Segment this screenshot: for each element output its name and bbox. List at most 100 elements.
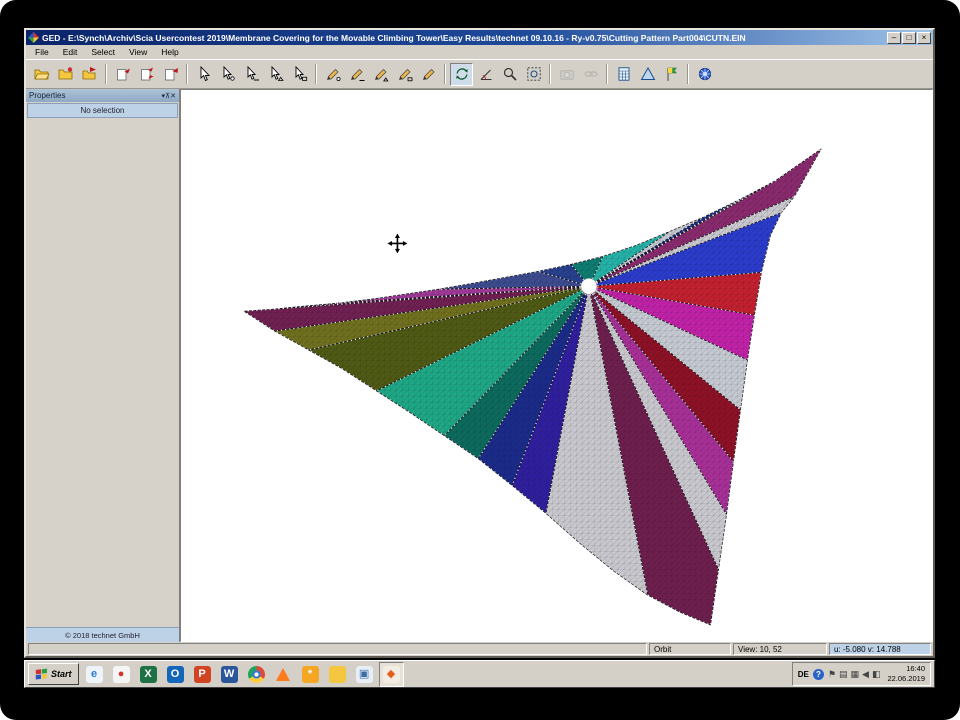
help-tray-icon[interactable]: ? bbox=[813, 669, 824, 680]
statusbar: Orbit View: 10, 52 u: -5.080 v: 14.788 bbox=[26, 642, 933, 656]
pen-triangle-tool-button[interactable] bbox=[369, 63, 392, 86]
tray-icons: ⚑▤▦◀◧ bbox=[828, 670, 881, 679]
cursor-rect-tool-button[interactable] bbox=[288, 63, 311, 86]
menu-file[interactable]: File bbox=[28, 46, 56, 58]
taskbar-app-powerpoint[interactable]: P bbox=[190, 662, 215, 687]
calc-tool-button[interactable] bbox=[612, 63, 635, 86]
powerpoint-icon: P bbox=[194, 666, 211, 683]
doc-export-icon bbox=[115, 66, 131, 82]
folder-open-icon bbox=[34, 66, 50, 82]
language-indicator[interactable]: DE bbox=[798, 670, 809, 679]
taskbar-app-word[interactable]: W bbox=[217, 662, 242, 687]
vlc-icon bbox=[276, 668, 290, 681]
link-tool-button[interactable] bbox=[579, 63, 602, 86]
clock-time: 16:40 bbox=[906, 664, 925, 673]
window-controls: –□× bbox=[887, 32, 931, 44]
internet-explorer-icon: e bbox=[86, 666, 103, 683]
calc-icon bbox=[616, 66, 632, 82]
doc-import-tool-button[interactable] bbox=[159, 63, 182, 86]
tray-chart-icon[interactable]: ▦ bbox=[851, 670, 860, 679]
pen-point-tool-button[interactable] bbox=[321, 63, 344, 86]
menu-select[interactable]: Select bbox=[84, 46, 122, 58]
pen-line-tool-button[interactable] bbox=[345, 63, 368, 86]
taskbar-app-media-player[interactable]: ● bbox=[109, 662, 134, 687]
taskbar-app-chrome[interactable] bbox=[244, 662, 269, 687]
taskbar-app-ged[interactable]: ◆ bbox=[379, 662, 404, 687]
maximize-button[interactable]: □ bbox=[902, 32, 916, 44]
toolbar bbox=[26, 59, 933, 89]
cursor-tool-button[interactable] bbox=[192, 63, 215, 86]
zoom-fit-tool-button[interactable] bbox=[522, 63, 545, 86]
pen-rect-tool-button[interactable] bbox=[393, 63, 416, 86]
angle-tool-button[interactable] bbox=[474, 63, 497, 86]
tray-volume-icon[interactable]: ◀ bbox=[862, 670, 869, 679]
orbit-tool-button[interactable] bbox=[450, 63, 473, 86]
taskbar-app-launcher[interactable]: * bbox=[298, 662, 323, 687]
globe-tool-button[interactable] bbox=[693, 63, 716, 86]
menu-view[interactable]: View bbox=[122, 46, 154, 58]
properties-close-icon[interactable]: ✕ bbox=[170, 93, 176, 100]
menu-edit[interactable]: Edit bbox=[56, 46, 85, 58]
flag-tool-button[interactable] bbox=[660, 63, 683, 86]
media-player-icon: ● bbox=[113, 666, 130, 683]
zoom-tool-button[interactable] bbox=[498, 63, 521, 86]
camera-tool-button[interactable] bbox=[555, 63, 578, 86]
taskbar-app-excel[interactable]: X bbox=[136, 662, 161, 687]
taskbar-app-image-viewer[interactable]: ▣ bbox=[352, 662, 377, 687]
tray-layout-icon[interactable]: ▤ bbox=[839, 670, 848, 679]
doc-import-icon bbox=[163, 66, 179, 82]
properties-panel-header[interactable]: Properties ▾⊼✕ bbox=[26, 89, 179, 102]
doc-export-tool-button[interactable] bbox=[111, 63, 134, 86]
toolbar-separator bbox=[687, 64, 689, 84]
membrane-view[interactable] bbox=[181, 90, 932, 641]
close-button[interactable]: × bbox=[917, 32, 931, 44]
pen-free-tool-button[interactable] bbox=[417, 63, 440, 86]
folder-icon bbox=[329, 666, 346, 683]
cursor-triangle-tool-button[interactable] bbox=[264, 63, 287, 86]
cursor-line-tool-button[interactable] bbox=[240, 63, 263, 86]
clock[interactable]: 16:40 22.06.2019 bbox=[887, 664, 925, 684]
folder-import-icon bbox=[82, 66, 98, 82]
zoom-fit-icon bbox=[526, 66, 542, 82]
minimize-button[interactable]: – bbox=[887, 32, 901, 44]
start-button[interactable]: Start bbox=[28, 663, 79, 685]
monitor-bezel: GED - E:\Synch\Archiv\Scia Usercontest 2… bbox=[0, 0, 960, 720]
drawing-canvas[interactable] bbox=[180, 89, 933, 642]
toolbar-separator bbox=[105, 64, 107, 84]
toolbar-separator bbox=[606, 64, 608, 84]
image-viewer-icon: ▣ bbox=[356, 666, 373, 683]
membrane-center bbox=[581, 278, 597, 294]
triangle-tool-button[interactable] bbox=[636, 63, 659, 86]
status-coordinates: u: -5.080 v: 14.788 bbox=[829, 643, 931, 655]
folder-open-tool-button[interactable] bbox=[30, 63, 53, 86]
pen-triangle-icon bbox=[373, 66, 389, 82]
camera-icon bbox=[559, 66, 575, 82]
orbit-cursor-icon bbox=[387, 233, 407, 253]
toolbar-separator bbox=[444, 64, 446, 84]
cursor-point-icon bbox=[220, 66, 236, 82]
tray-flag-icon[interactable]: ⚑ bbox=[828, 670, 836, 679]
start-label: Start bbox=[51, 669, 72, 679]
membrane-mesh-overlay bbox=[244, 149, 821, 625]
pen-line-icon bbox=[349, 66, 365, 82]
taskbar-app-folder[interactable] bbox=[325, 662, 350, 687]
status-mode: Orbit bbox=[649, 643, 731, 655]
cursor-icon bbox=[196, 66, 212, 82]
orbit-icon bbox=[454, 66, 470, 82]
taskbar-app-internet-explorer[interactable]: e bbox=[82, 662, 107, 687]
cursor-rect-icon bbox=[292, 66, 308, 82]
folder-import-tool-button[interactable] bbox=[78, 63, 101, 86]
flag-icon bbox=[664, 66, 680, 82]
menu-help[interactable]: Help bbox=[154, 46, 185, 58]
triangle-icon bbox=[640, 66, 656, 82]
menubar: FileEditSelectViewHelp bbox=[26, 45, 933, 59]
window-titlebar[interactable]: GED - E:\Synch\Archiv\Scia Usercontest 2… bbox=[26, 30, 933, 45]
folder-new-tool-button[interactable] bbox=[54, 63, 77, 86]
doc-sync-tool-button[interactable] bbox=[135, 63, 158, 86]
taskbar-app-outlook[interactable]: O bbox=[163, 662, 188, 687]
cursor-triangle-icon bbox=[268, 66, 284, 82]
tray-grid-icon[interactable]: ◧ bbox=[872, 670, 881, 679]
cursor-point-tool-button[interactable] bbox=[216, 63, 239, 86]
clock-date: 22.06.2019 bbox=[887, 674, 925, 683]
taskbar-app-vlc[interactable] bbox=[271, 662, 296, 687]
